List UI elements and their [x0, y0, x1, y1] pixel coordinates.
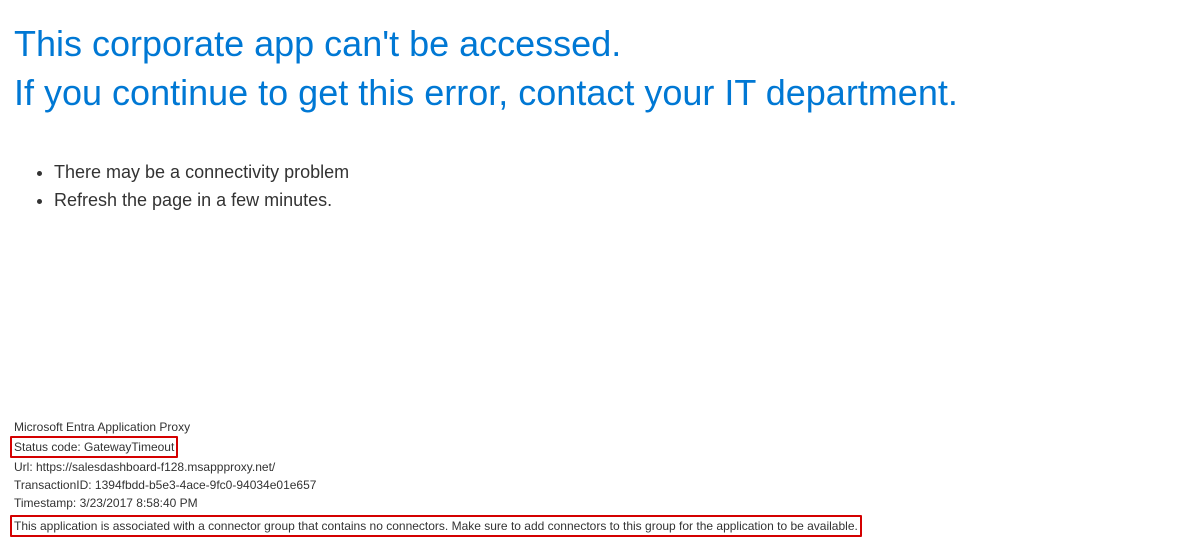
url-line: Url: https://salesdashboard-f128.msapppr…: [14, 458, 1186, 476]
status-code-line: Status code: GatewayTimeout: [10, 436, 178, 458]
product-name: Microsoft Entra Application Proxy: [14, 418, 1186, 436]
error-heading-line-2: If you continue to get this error, conta…: [14, 69, 1186, 118]
suggestion-item: There may be a connectivity problem: [54, 159, 1200, 187]
suggestion-list: There may be a connectivity problem Refr…: [0, 159, 1200, 215]
suggestion-item: Refresh the page in a few minutes.: [54, 187, 1200, 215]
timestamp-line: Timestamp: 3/23/2017 8:58:40 PM: [14, 494, 1186, 512]
error-heading: This corporate app can't be accessed. If…: [0, 0, 1200, 117]
error-message: This application is associated with a co…: [10, 515, 862, 537]
diagnostic-footer: Microsoft Entra Application Proxy Status…: [14, 418, 1186, 537]
error-heading-line-1: This corporate app can't be accessed.: [14, 20, 1186, 69]
transaction-id-line: TransactionID: 1394fbdd-b5e3-4ace-9fc0-9…: [14, 476, 1186, 494]
